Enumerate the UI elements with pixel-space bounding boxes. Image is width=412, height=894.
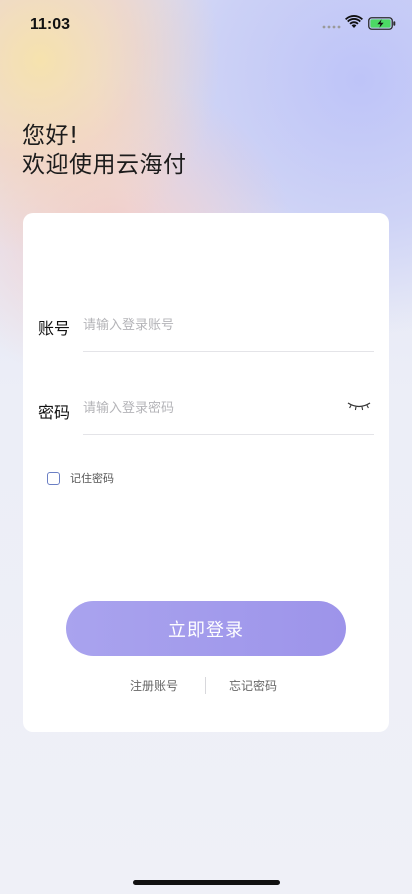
remember-password-toggle[interactable]: 记住密码 — [47, 470, 114, 486]
password-label: 密码 — [38, 403, 71, 422]
status-bar: 11:03 — [0, 0, 412, 50]
remember-checkbox[interactable] — [47, 471, 60, 485]
status-time: 11:03 — [30, 16, 71, 33]
password-underline — [83, 434, 374, 435]
greeting: 您好! 欢迎使用云海付 — [22, 122, 187, 180]
home-indicator — [133, 880, 280, 885]
account-label: 账号 — [38, 319, 71, 338]
greeting-welcome: 欢迎使用云海付 — [22, 152, 187, 178]
eye-closed-icon[interactable] — [347, 401, 371, 413]
wifi-icon — [345, 15, 363, 28]
forgot-password-link[interactable]: 忘记密码 — [229, 677, 277, 694]
login-card: 账号 密码 记住密码 立即登录 注册账号 忘记密码 — [23, 213, 389, 732]
login-button[interactable]: 立即登录 — [66, 601, 346, 656]
account-underline — [83, 351, 374, 352]
password-input[interactable] — [83, 395, 338, 421]
account-input[interactable] — [83, 312, 373, 338]
greeting-hello: 您好! — [22, 123, 79, 149]
battery-charging-icon — [368, 17, 396, 30]
register-link[interactable]: 注册账号 — [130, 677, 178, 694]
remember-label: 记住密码 — [70, 472, 114, 485]
link-divider — [205, 677, 206, 694]
cellular-signal-icon — [322, 25, 341, 29]
